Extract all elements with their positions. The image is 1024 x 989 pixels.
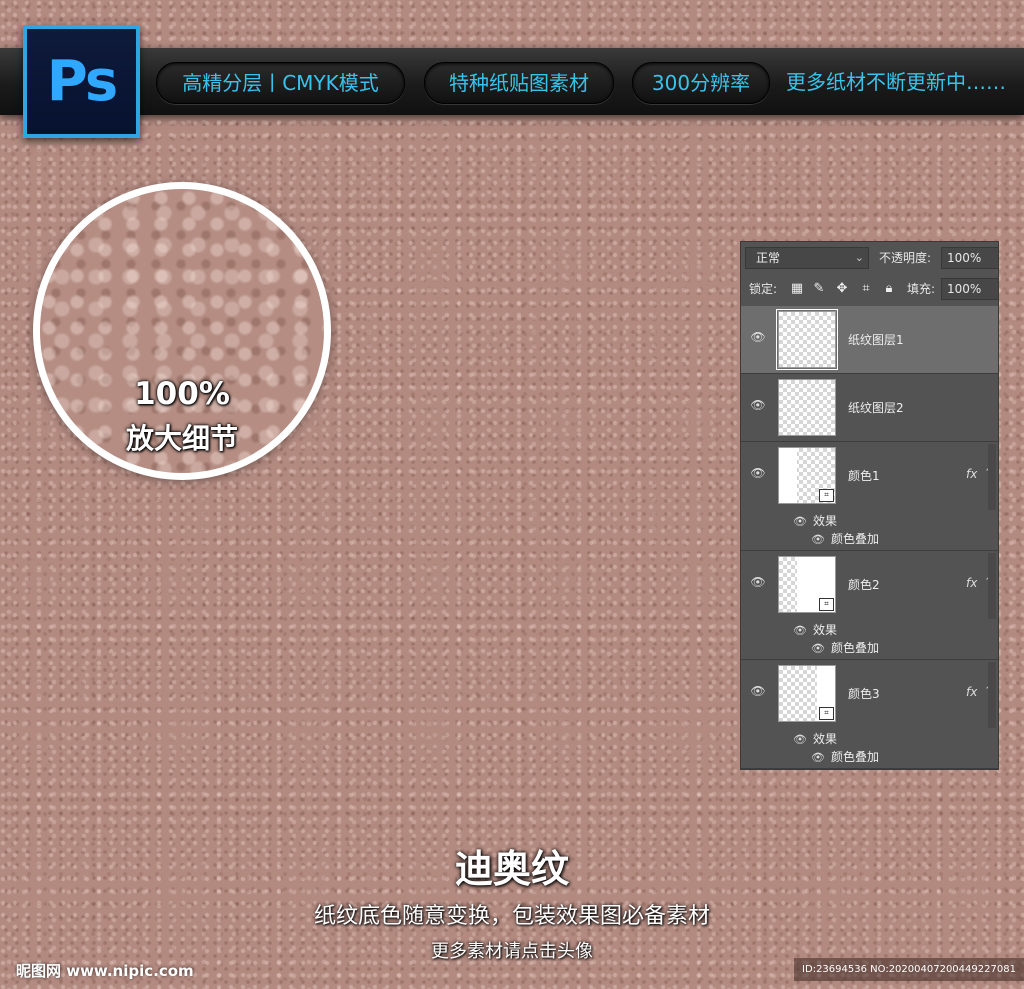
magnifier-label: 放大细节: [125, 422, 238, 455]
layer-scroll-strip: [988, 662, 996, 728]
layers-panel: 正常 ⌄ 不透明度: 100% 锁定: ▦ ✎ ✥ ⌗ 🔒︎ 填充: 100% …: [740, 241, 999, 770]
lock-artboard-icon[interactable]: ⌗: [858, 278, 874, 300]
layer-name: 颜色1: [848, 469, 880, 483]
blend-mode-select[interactable]: 正常 ⌄: [745, 247, 869, 269]
lock-all-icon[interactable]: 🔒︎: [881, 278, 897, 300]
layer-thumbnail: [776, 309, 838, 370]
layer-row-color-1[interactable]: 👁︎ ⌗ 颜色1 fx ⌃ 👁︎效果 👁︎颜色叠加: [741, 442, 998, 551]
eye-icon[interactable]: 👁︎: [811, 751, 825, 764]
layer-scroll-strip: [988, 444, 996, 510]
fill-label: 填充:: [907, 282, 936, 296]
color-overlay-effect[interactable]: 👁︎ 颜色叠加: [811, 639, 879, 656]
fx-icon[interactable]: fx: [966, 685, 977, 699]
eye-icon[interactable]: 👁︎: [749, 398, 767, 412]
smart-object-icon: ⌗: [819, 707, 834, 720]
layer-name: 纸纹图层2: [848, 401, 904, 415]
smart-object-icon: ⌗: [819, 489, 834, 502]
effect-name: 颜色叠加: [830, 750, 879, 764]
eye-icon[interactable]: 👁︎: [749, 684, 767, 698]
layer-row-color-2[interactable]: 👁︎ ⌗ 颜色2 fx ⌃ 👁︎效果 👁︎颜色叠加: [741, 551, 998, 660]
color-overlay-effect[interactable]: 👁︎ 颜色叠加: [811, 748, 879, 765]
chevron-down-icon: ⌄: [854, 251, 864, 264]
eye-icon[interactable]: 👁︎: [749, 575, 767, 589]
fill-field[interactable]: 100%: [941, 278, 998, 300]
effects-line[interactable]: 👁︎ 效果: [793, 621, 837, 638]
effects-line[interactable]: 👁︎ 效果: [793, 730, 837, 747]
layers-list: 👁︎ 纸纹图层1 👁︎ 纸纹图层2 👁︎ ⌗ 颜色1 fx ⌃ 👁︎效果: [741, 306, 998, 769]
site-watermark: 昵图网 www.nipic.com: [16, 962, 194, 980]
mask-fill: [779, 448, 797, 503]
opacity-field[interactable]: 100%: [941, 247, 998, 269]
photoshop-logo-text: Ps: [46, 49, 118, 114]
layer-row-paper-2[interactable]: 👁︎ 纸纹图层2: [741, 374, 998, 442]
eye-icon[interactable]: 👁︎: [793, 515, 807, 528]
layer-row-paper-1[interactable]: 👁︎ 纸纹图层1: [741, 306, 998, 374]
eye-icon[interactable]: 👁︎: [749, 330, 767, 344]
lock-position-icon[interactable]: ✥: [834, 278, 850, 300]
layer-name: 颜色3: [848, 687, 880, 701]
eye-icon[interactable]: 👁︎: [749, 466, 767, 480]
fx-icon[interactable]: fx: [966, 467, 977, 481]
eye-icon[interactable]: 👁︎: [811, 642, 825, 655]
lock-transparent-pixels-icon[interactable]: ▦: [789, 278, 805, 300]
photoshop-logo: Ps: [23, 25, 140, 138]
layer-thumbnail: ⌗: [778, 665, 836, 722]
smart-object-icon: ⌗: [819, 598, 834, 611]
layer-thumbnail: ⌗: [778, 447, 836, 504]
lock-image-pixels-icon[interactable]: ✎: [811, 278, 827, 300]
magnifier-circle: 100% 放大细节: [33, 182, 331, 480]
tag-special-paper: 特种纸贴图素材: [424, 62, 614, 104]
color-overlay-effect[interactable]: 👁︎ 颜色叠加: [811, 530, 879, 547]
layer-thumbnail: ⌗: [778, 556, 836, 613]
texture-subtitle: 纸纹底色随意变换，包装效果图必备素材: [313, 904, 710, 929]
eye-icon[interactable]: 👁︎: [793, 624, 807, 637]
magnifier-percent: 100%: [134, 376, 230, 412]
layer-name: 颜色2: [848, 578, 880, 592]
effects-line[interactable]: 👁︎ 效果: [793, 512, 837, 529]
effect-name: 颜色叠加: [830, 532, 879, 546]
layer-scroll-strip: [988, 553, 996, 619]
layer-thumbnail: [778, 379, 836, 436]
eye-icon[interactable]: 👁︎: [811, 533, 825, 546]
effects-label: 效果: [812, 732, 837, 746]
eye-icon[interactable]: 👁︎: [793, 733, 807, 746]
effect-name: 颜色叠加: [830, 641, 879, 655]
effects-label: 效果: [812, 514, 837, 528]
opacity-label: 不透明度:: [879, 251, 932, 265]
tag-high-precision-layers: 高精分层丨CMYK模式: [156, 62, 405, 104]
tag-resolution: 300分辨率: [632, 62, 770, 104]
layer-row-color-3[interactable]: 👁︎ ⌗ 颜色3 fx ⌃ 👁︎效果 👁︎颜色叠加: [741, 660, 998, 769]
lock-row: 锁定: ▦ ✎ ✥ ⌗ 🔒︎ 填充: 100%: [741, 278, 998, 300]
effects-label: 效果: [812, 623, 837, 637]
banner-note: 更多纸材不断更新中……: [786, 70, 1006, 94]
texture-title: 迪奥纹: [454, 847, 569, 891]
layer-name: 纸纹图层1: [848, 333, 904, 347]
image-id-watermark: ID:23694536 NO:20200407200449227081: [794, 958, 1024, 981]
blend-mode-value: 正常: [756, 251, 781, 265]
fx-icon[interactable]: fx: [966, 576, 977, 590]
lock-label: 锁定:: [749, 282, 778, 296]
